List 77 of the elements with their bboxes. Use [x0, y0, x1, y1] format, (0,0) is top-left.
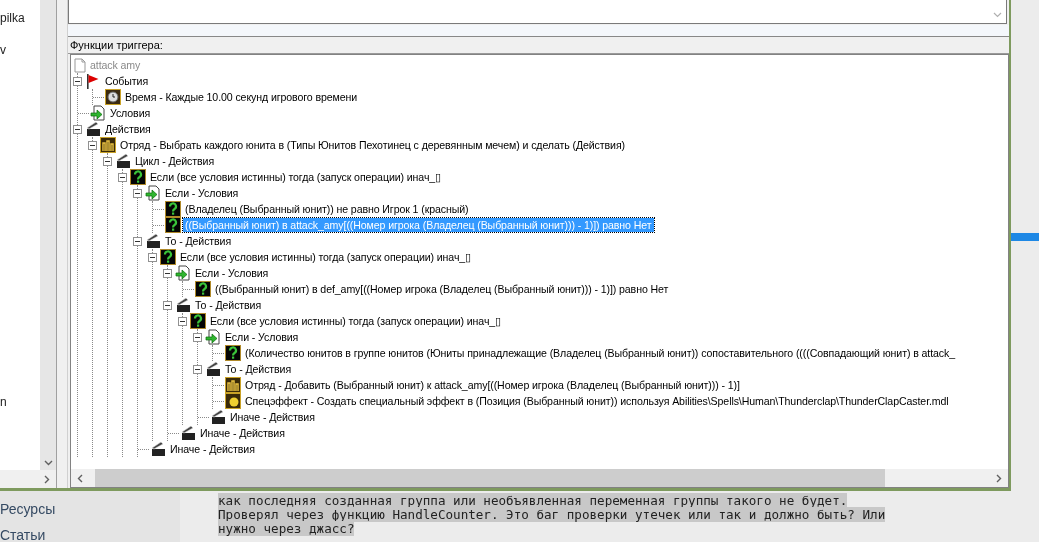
clapperboard-icon: [150, 441, 166, 457]
collapse-toggle[interactable]: [163, 300, 172, 310]
collapse-toggle[interactable]: [118, 172, 127, 182]
collapse-toggle[interactable]: [178, 316, 187, 326]
tree-node[interactable]: Если - Условия: [163, 186, 241, 200]
collapse-toggle[interactable]: [133, 188, 142, 198]
question-icon: [195, 281, 211, 297]
collapse-toggle[interactable]: [73, 124, 82, 134]
units-icon: [225, 377, 241, 393]
clapperboard-icon: [115, 153, 131, 169]
tree-node[interactable]: ((Выбранный юнит) в def_amy[((Номер игрока (Владелец (Выбранный юнит))) - 1)]) равно Нет: [213, 282, 671, 296]
clapperboard-icon: [205, 361, 221, 377]
tree-node[interactable]: Отряд - Выбрать каждого юнита в (Типы Юнитов Пехотинец с деревянным мечем) и сделать (Действия): [118, 138, 627, 152]
chevron-right-icon[interactable]: [996, 473, 1002, 483]
tree-node[interactable]: То - Действия: [163, 234, 234, 248]
trigger-list-item[interactable]: v: [0, 33, 40, 65]
tree-node[interactable]: Отряд - Добавить (Выбранный юнит) к attack_amy[((Номер игрока (Владелец (Выбранный юнит))) - 1)]: [243, 378, 742, 392]
document-arrow-icon: [145, 185, 161, 201]
tree-node[interactable]: Если (все условия истинны) тогда (запуск операции) инач_▯: [178, 250, 474, 264]
tree-node[interactable]: Если - Условия: [223, 330, 301, 344]
chevron-right-icon[interactable]: [44, 474, 50, 484]
orb-icon: [225, 393, 241, 409]
question-icon: [165, 217, 181, 233]
question-icon: [160, 249, 176, 265]
tree-node[interactable]: События: [103, 74, 151, 88]
document-icon: [74, 57, 86, 73]
chevron-down-icon[interactable]: [43, 460, 53, 466]
clapperboard-icon: [145, 233, 161, 249]
clock-icon: [105, 89, 121, 105]
tree-node[interactable]: То - Действия: [223, 362, 294, 376]
tree-node[interactable]: То - Действия: [193, 298, 264, 312]
tree-node[interactable]: Время - Каждые 10.00 секунд игрового времени: [123, 90, 360, 104]
tree-node[interactable]: Иначе - Действия: [198, 426, 287, 440]
collapse-toggle[interactable]: [148, 252, 157, 262]
vertical-scrollbar[interactable]: [40, 0, 56, 470]
chevron-left-icon[interactable]: [77, 473, 83, 483]
splitter-bar[interactable]: [68, 25, 1009, 37]
header-bar: [1011, 233, 1039, 241]
nav-link[interactable]: Статьи: [0, 525, 180, 542]
trigger-list-item[interactable]: pilka: [0, 1, 40, 33]
units-icon: [100, 137, 116, 153]
horizontal-scrollbar[interactable]: [71, 469, 1008, 487]
collapse-toggle[interactable]: [103, 156, 112, 166]
post-text: как последняя созданная группа или необъявленная переменная группы такого не будет. Проверял через функцию HandleCounter. Это баг проверки утечек или так и должно быть? Или нужно через джасс?: [218, 494, 886, 538]
collapse-toggle[interactable]: [133, 236, 142, 246]
collapse-toggle[interactable]: [73, 76, 82, 86]
tree-node[interactable]: Если - Условия: [193, 266, 271, 280]
tree-node[interactable]: attack amy: [88, 58, 143, 72]
scrollbar-thumb[interactable]: [95, 469, 885, 487]
tree-node[interactable]: Иначе - Действия: [168, 442, 257, 456]
trigger-list-item[interactable]: n: [0, 385, 40, 417]
clapperboard-icon: [180, 425, 196, 441]
document-arrow-icon: [205, 329, 221, 345]
clapperboard-icon: [210, 409, 226, 425]
clapperboard-icon: [175, 297, 191, 313]
nav-link[interactable]: Ресурсы: [0, 499, 180, 519]
tree-node[interactable]: (Владелец (Выбранный юнит)) не равно Игрок 1 (красный): [183, 202, 471, 216]
tree-node[interactable]: Иначе - Действия: [228, 410, 317, 424]
collapse-toggle[interactable]: [193, 332, 202, 342]
tree-node[interactable]: (Количество юнитов в группе юнитов (Юниты принадлежащие (Владелец (Выбранный юнит)) сопоставительного ((((Совпадающий юнит) в attack_: [243, 346, 957, 360]
document-arrow-icon: [175, 265, 191, 281]
document-arrow-icon: [90, 105, 106, 121]
collapse-toggle[interactable]: [193, 364, 202, 374]
tree-node[interactable]: Если (все условия истинны) тогда (запуск операции) инач_▯: [148, 170, 444, 184]
question-icon: [130, 169, 146, 185]
collapse-toggle[interactable]: [88, 140, 97, 150]
question-icon: [225, 345, 241, 361]
question-icon: [165, 201, 181, 217]
clapperboard-icon: [85, 121, 101, 137]
tree-node[interactable]: Условия: [108, 106, 153, 120]
question-icon: [190, 313, 206, 329]
tree-node[interactable]: Цикл - Действия: [133, 154, 217, 168]
tree-node[interactable]: Спецэффект - Создать специальный эффект в (Позиция (Выбранный юнит)) используя Abilities\Spells\Human\Thunderclap\ThunderClapCaster.mdl: [243, 394, 951, 408]
tree-node[interactable]: Действия: [103, 122, 153, 136]
collapse-toggle[interactable]: [163, 268, 172, 278]
tree-node[interactable]: Если (все условия истинны) тогда (запуск операции) инач_▯: [208, 314, 504, 328]
comment-field[interactable]: [68, 0, 1007, 24]
